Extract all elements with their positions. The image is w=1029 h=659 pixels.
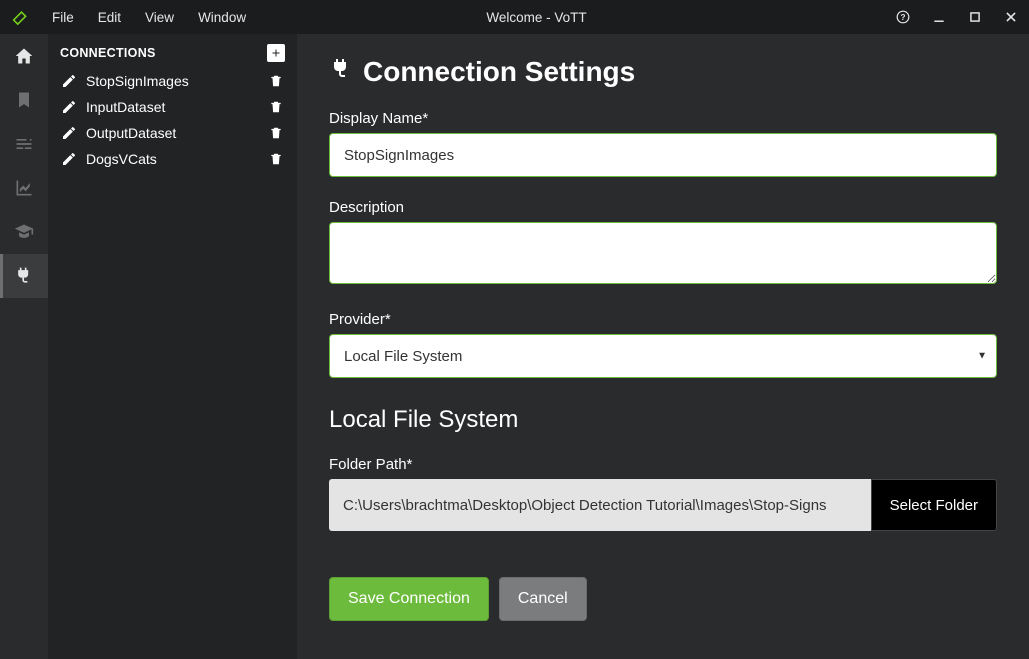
display-name-label: Display Name*	[329, 110, 997, 127]
nav-home[interactable]	[0, 34, 48, 78]
svg-text:?: ?	[901, 13, 906, 22]
section-title: Local File System	[329, 406, 997, 434]
display-name-input[interactable]	[329, 133, 997, 177]
nav-sliders[interactable]	[0, 122, 48, 166]
nav-graduation[interactable]	[0, 210, 48, 254]
folder-path-label: Folder Path*	[329, 456, 997, 473]
connection-label: DogsVCats	[86, 151, 259, 167]
nav-rail	[0, 34, 48, 659]
menu-window[interactable]: Window	[186, 0, 258, 34]
cancel-button[interactable]: Cancel	[499, 577, 587, 621]
description-label: Description	[329, 199, 997, 216]
delete-icon[interactable]	[267, 98, 285, 116]
connection-label: StopSignImages	[86, 73, 259, 89]
delete-icon[interactable]	[267, 150, 285, 168]
menu-bar: File Edit View Window	[40, 0, 258, 34]
edit-icon	[60, 124, 78, 142]
nav-connections[interactable]	[0, 254, 48, 298]
connection-label: OutputDataset	[86, 125, 259, 141]
plug-icon	[329, 56, 353, 88]
edit-icon	[60, 72, 78, 90]
save-button[interactable]: Save Connection	[329, 577, 489, 621]
help-icon[interactable]: ?	[885, 0, 921, 34]
edit-icon	[60, 150, 78, 168]
connection-item[interactable]: StopSignImages	[48, 68, 297, 94]
select-folder-button[interactable]: Select Folder	[871, 479, 997, 531]
connection-label: InputDataset	[86, 99, 259, 115]
menu-view[interactable]: View	[133, 0, 186, 34]
connection-item[interactable]: InputDataset	[48, 94, 297, 120]
nav-chart[interactable]	[0, 166, 48, 210]
panel-title: CONNECTIONS	[60, 46, 156, 60]
edit-icon	[60, 98, 78, 116]
window-title: Welcome - VoTT	[258, 10, 885, 25]
nav-bookmark[interactable]	[0, 78, 48, 122]
connection-item[interactable]: OutputDataset	[48, 120, 297, 146]
connection-item[interactable]: DogsVCats	[48, 146, 297, 172]
delete-icon[interactable]	[267, 124, 285, 142]
delete-icon[interactable]	[267, 72, 285, 90]
add-connection-button[interactable]	[267, 44, 285, 62]
description-input[interactable]	[329, 222, 997, 284]
close-icon[interactable]	[993, 0, 1029, 34]
provider-select[interactable]: Local File System	[329, 334, 997, 378]
minimize-icon[interactable]	[921, 0, 957, 34]
maximize-icon[interactable]	[957, 0, 993, 34]
menu-file[interactable]: File	[40, 0, 86, 34]
page-title: Connection Settings	[329, 56, 997, 88]
menu-edit[interactable]: Edit	[86, 0, 133, 34]
folder-path-input[interactable]	[329, 479, 871, 531]
app-logo	[0, 0, 40, 34]
provider-label: Provider*	[329, 311, 997, 328]
